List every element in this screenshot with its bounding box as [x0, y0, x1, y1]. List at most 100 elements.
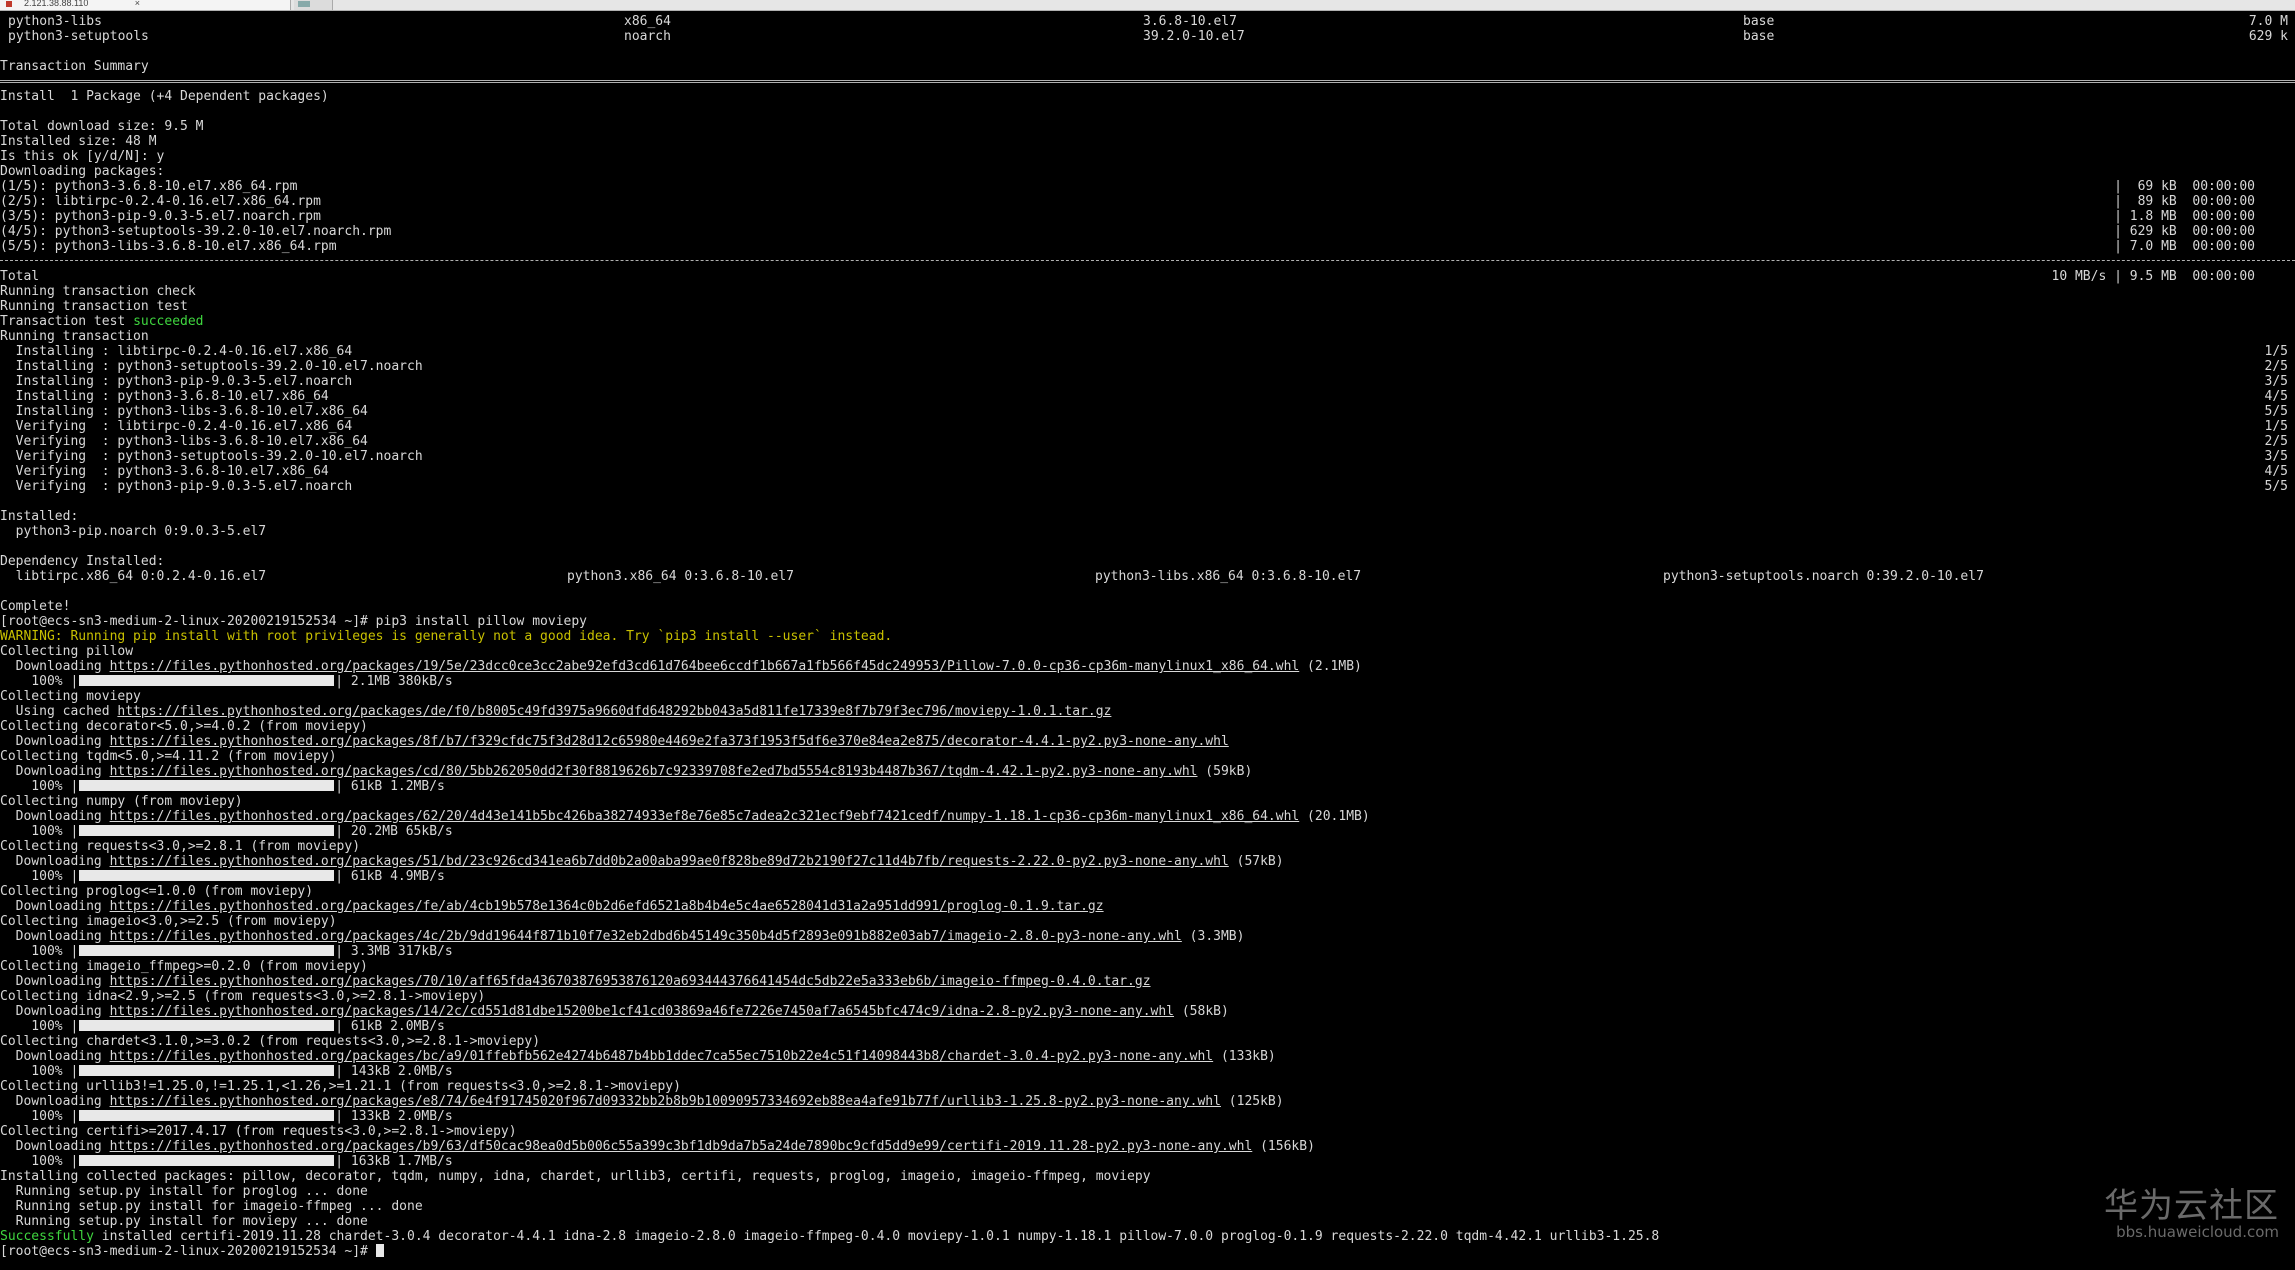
pip-download-line: Downloading https://files.pythonhosted.o…	[0, 854, 2295, 869]
final-prompt[interactable]: [root@ecs-sn3-medium-2-linux-20200219152…	[0, 1244, 384, 1259]
terminal-icon	[6, 1, 12, 7]
progress-bar	[79, 1065, 335, 1076]
progress-percent: 100% |	[0, 674, 79, 689]
pip-warning: WARNING: Running pip install with root p…	[0, 629, 2295, 644]
progress-percent: 100% |	[0, 1064, 79, 1079]
transaction-line: Running transaction check	[0, 284, 2295, 299]
pip-download-text: Downloading https://files.pythonhosted.o…	[0, 1049, 1276, 1064]
running-transaction: Running transaction	[0, 329, 2295, 344]
step-text: Verifying : python3-pip-9.0.3-5.el7.noar…	[0, 479, 353, 494]
pip-output-line: Collecting tqdm<5.0,>=4.11.2 (from movie…	[0, 749, 2295, 764]
download-prefix: Downloading	[0, 1004, 110, 1019]
installed-label: Installed:	[0, 509, 2295, 524]
pip-output-line: Collecting idna<2.9,>=2.5 (from requests…	[0, 989, 2295, 1004]
transaction-test-status: succeeded	[133, 314, 204, 329]
progress-text: 100% | | 163kB 1.7MB/s	[0, 1154, 452, 1169]
download-size: Total download size: 9.5 M	[0, 119, 2295, 134]
package-row: python3-libs x86_64 3.6.8-10.el7 base 7.0 M	[0, 14, 2295, 29]
download-row: (5/5): python3-libs-3.6.8-10.el7.x86_64.…	[0, 239, 2295, 254]
pip-output-text: Installing collected packages: pillow, d…	[0, 1169, 1151, 1184]
total-label: Total	[0, 269, 40, 284]
progress-text: 100% | | 3.3MB 317kB/s	[0, 944, 452, 959]
transaction-step: Installing : python3-libs-3.6.8-10.el7.x…	[0, 404, 2295, 419]
package-url-link[interactable]: https://files.pythonhosted.org/packages/…	[110, 1049, 1214, 1064]
package-url-link[interactable]: https://files.pythonhosted.org/packages/…	[110, 734, 1229, 749]
installed-size: Installed size: 48 M	[0, 134, 2295, 149]
session-tab-active[interactable]: 2.121.38.88.110 ×	[0, 0, 291, 10]
pip-output-text: Collecting numpy (from moviepy)	[0, 794, 243, 809]
pip-download-line: Downloading https://files.pythonhosted.o…	[0, 1004, 2295, 1019]
pip-output-text: Collecting chardet<3.1.0,>=3.0.2 (from r…	[0, 1034, 541, 1049]
success-word: Successfully	[0, 1229, 94, 1244]
total-row: Total 10 MB/s | 9.5 MB 00:00:00	[0, 269, 2295, 284]
progress-bar	[79, 780, 335, 791]
transaction-line-text: Running transaction check	[0, 284, 196, 299]
step-count: 2/5	[2264, 359, 2288, 374]
package-url-link[interactable]: https://files.pythonhosted.org/packages/…	[110, 1004, 1174, 1019]
package-url-link[interactable]: https://files.pythonhosted.org/packages/…	[110, 1139, 1253, 1154]
downloading-label: Downloading packages:	[0, 164, 2295, 179]
progress-line: 100% | | 61kB 4.9MB/s	[0, 869, 2295, 884]
progress-bar	[79, 1155, 335, 1166]
package-url-link[interactable]: https://files.pythonhosted.org/packages/…	[110, 659, 1300, 674]
pip-output-line: Collecting chardet<3.1.0,>=3.0.2 (from r…	[0, 1034, 2295, 1049]
progress-text: 100% | | 143kB 2.0MB/s	[0, 1064, 452, 1079]
dependency-item: python3-setuptools.noarch 0:39.2.0-10.el…	[1663, 569, 1984, 584]
pip-download-line: Downloading https://files.pythonhosted.o…	[0, 1139, 2295, 1154]
pip-command-prompt[interactable]: [root@ecs-sn3-medium-2-linux-20200219152…	[0, 614, 587, 629]
close-icon[interactable]: ×	[135, 0, 140, 8]
final-prompt-text: [root@ecs-sn3-medium-2-linux-20200219152…	[0, 1244, 376, 1259]
download-stat: | 7.0 MB 00:00:00	[2114, 239, 2255, 254]
pip-download-text: Downloading https://files.pythonhosted.o…	[0, 659, 1362, 674]
installed-item: python3-pip.noarch 0:9.0.3-5.el7	[0, 524, 2295, 539]
step-text: Verifying : python3-setuptools-39.2.0-10…	[0, 449, 423, 464]
download-row: (1/5): python3-3.6.8-10.el7.x86_64.rpm | …	[0, 179, 2295, 194]
pip-download-text: Downloading https://files.pythonhosted.o…	[0, 1094, 1284, 1109]
progress-line: 100% | | 61kB 1.2MB/s	[0, 779, 2295, 794]
pip-warning-text: WARNING: Running pip install with root p…	[0, 629, 893, 644]
pip-output-line: Collecting requests<3.0,>=2.8.1 (from mo…	[0, 839, 2295, 854]
step-count: 1/5	[2264, 419, 2288, 434]
transaction-step: Installing : python3-3.6.8-10.el7.x86_64…	[0, 389, 2295, 404]
package-url-link[interactable]: https://files.pythonhosted.org/packages/…	[117, 704, 1111, 719]
transaction-step: Verifying : python3-setuptools-39.2.0-10…	[0, 449, 2295, 464]
session-tab-new[interactable]	[294, 0, 333, 10]
pip-output-text: Running setup.py install for proglog ...…	[0, 1184, 368, 1199]
pip-output-text: Collecting requests<3.0,>=2.8.1 (from mo…	[0, 839, 361, 854]
summary-title: Transaction Summary	[0, 59, 2295, 74]
transaction-test-text: Transaction test succeeded	[0, 314, 204, 329]
download-prefix: Downloading	[0, 899, 110, 914]
progress-percent: 100% |	[0, 869, 79, 884]
complete-text: Complete!	[0, 599, 71, 614]
pip-output-text: Collecting imageio<3.0,>=2.5 (from movie…	[0, 914, 337, 929]
success-line: Successfully installed certifi-2019.11.2…	[0, 1229, 2295, 1244]
download-prefix: Downloading	[0, 659, 110, 674]
transaction-step: Verifying : python3-3.6.8-10.el7.x86_64 4…	[0, 464, 2295, 479]
package-url-link[interactable]: https://files.pythonhosted.org/packages/…	[110, 809, 1300, 824]
package-url-link[interactable]: https://files.pythonhosted.org/packages/…	[110, 974, 1151, 989]
tab-bar: 2.121.38.88.110 ×	[0, 0, 2295, 11]
package-url-link[interactable]: https://files.pythonhosted.org/packages/…	[110, 764, 1198, 779]
pip-output-text: Collecting urllib3!=1.25.0,!=1.25.1,<1.2…	[0, 1079, 681, 1094]
pip-download-text: Downloading https://files.pythonhosted.o…	[0, 929, 1245, 944]
pip-output-text: Running setup.py install for moviepy ...…	[0, 1214, 368, 1229]
step-count: 5/5	[2264, 404, 2288, 419]
complete-line: Complete!	[0, 599, 2295, 614]
pip-download-text: Downloading https://files.pythonhosted.o…	[0, 734, 1229, 749]
pip-output-line: Collecting imageio_ffmpeg>=0.2.0 (from m…	[0, 959, 2295, 974]
package-url-link[interactable]: https://files.pythonhosted.org/packages/…	[110, 899, 1104, 914]
download-size: (156kB)	[1252, 1139, 1315, 1154]
shell-prompt: [root@ecs-sn3-medium-2-linux-20200219152…	[0, 614, 2295, 629]
watermark-url: bbs.huaweicloud.com	[2116, 1223, 2279, 1241]
package-url-link[interactable]: https://files.pythonhosted.org/packages/…	[110, 929, 1182, 944]
package-url-link[interactable]: https://files.pythonhosted.org/packages/…	[110, 1094, 1221, 1109]
progress-line: 100% | | 61kB 2.0MB/s	[0, 1019, 2295, 1034]
summary-title-text: Transaction Summary	[0, 59, 149, 74]
step-text: Verifying : libtirpc-0.2.4-0.16.el7.x86_…	[0, 419, 353, 434]
package-url-link[interactable]: https://files.pythonhosted.org/packages/…	[110, 854, 1229, 869]
installed-label-text: Installed:	[0, 509, 79, 524]
progress-percent: 100% |	[0, 944, 79, 959]
progress-percent: 100% |	[0, 1154, 79, 1169]
